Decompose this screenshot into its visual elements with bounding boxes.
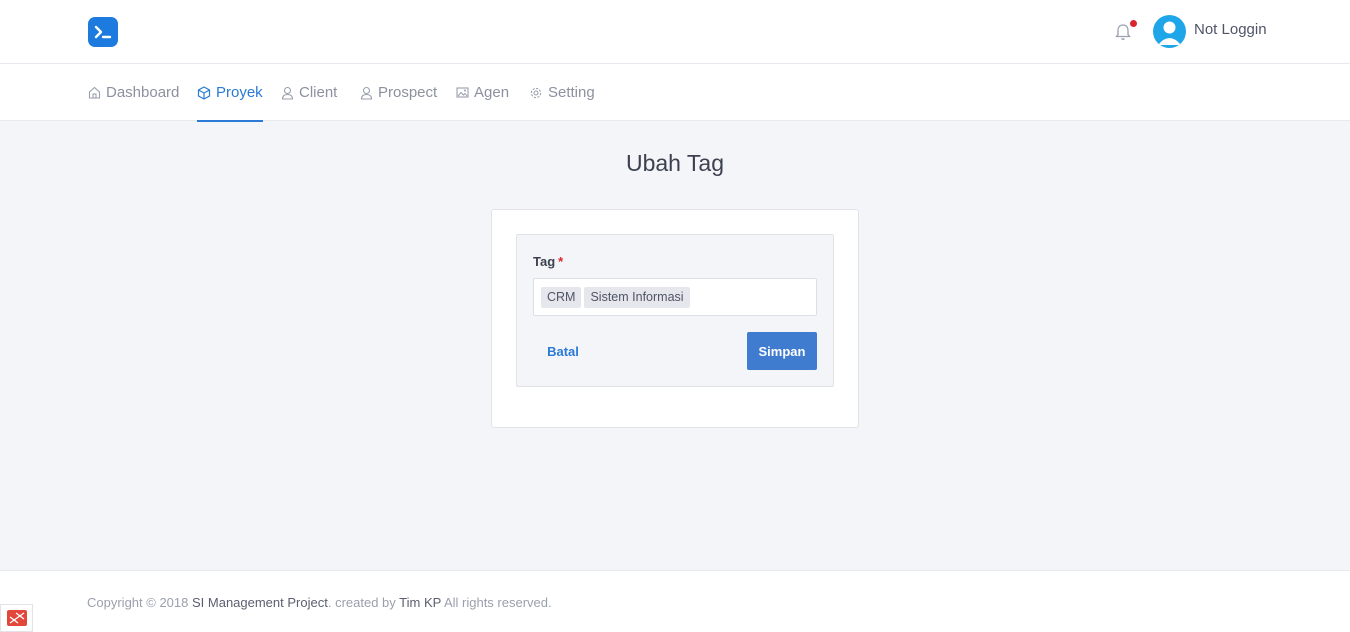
gear-icon xyxy=(530,87,542,98)
nav-item-dashboard[interactable]: Dashboard xyxy=(88,64,179,121)
terminal-logo-icon[interactable] xyxy=(88,17,118,47)
nav-item-prospect[interactable]: Prospect xyxy=(360,64,437,121)
nav-item-agen[interactable]: Agen xyxy=(456,64,509,121)
nav-label: Client xyxy=(299,84,338,101)
user-icon xyxy=(281,86,294,100)
copyright-middle: . created by xyxy=(327,595,400,610)
save-button[interactable]: Simpan xyxy=(747,332,817,370)
nav-label: Prospect xyxy=(378,84,438,101)
nav-item-setting[interactable]: Setting xyxy=(529,64,595,121)
page-title: Ubah Tag xyxy=(625,150,725,176)
nav-label: Agen xyxy=(474,84,510,101)
home-icon xyxy=(88,86,101,99)
notification-dot xyxy=(1130,20,1137,27)
copyright-suffix: All rights reserved. xyxy=(441,595,552,610)
required-mark: * xyxy=(558,254,564,269)
nav-label: Dashboard xyxy=(106,84,180,101)
footer: Copyright © 2018 SI Management Project. … xyxy=(0,570,1350,632)
image-icon xyxy=(456,87,469,98)
bell-icon[interactable] xyxy=(1114,22,1132,42)
nav-label: Proyek xyxy=(216,84,263,101)
tag-label: Tag * xyxy=(533,254,563,269)
form-panel: Tag * CRM Sistem Informasi Batal Simpan xyxy=(516,234,834,387)
cancel-button[interactable]: Batal xyxy=(533,332,593,370)
avatar[interactable] xyxy=(1153,15,1186,48)
user-name[interactable]: Not Loggin xyxy=(1194,21,1267,39)
debug-badge-icon[interactable] xyxy=(0,604,33,632)
tag-chip[interactable]: CRM xyxy=(541,286,582,308)
nav-label: Setting xyxy=(548,84,595,101)
nav-item-proyek[interactable]: Proyek xyxy=(197,64,263,122)
nav-item-client[interactable]: Client xyxy=(281,64,337,121)
form-card: Tag * CRM Sistem Informasi Batal Simpan xyxy=(491,209,859,428)
tag-label-text: Tag xyxy=(533,254,556,269)
main-nav: Dashboard Proyek Client Prospect Agen Se… xyxy=(0,64,1350,122)
tag-input[interactable]: CRM Sistem Informasi xyxy=(533,278,817,316)
project-link[interactable]: SI Management Project xyxy=(192,595,328,610)
team-link[interactable]: Tim KP xyxy=(399,595,441,610)
copyright-prefix: Copyright © 2018 xyxy=(87,595,192,610)
box-icon xyxy=(197,85,211,100)
tag-chip[interactable]: Sistem Informasi xyxy=(584,286,690,308)
copyright-text: Copyright © 2018 SI Management Project. … xyxy=(87,595,552,610)
top-bar: Not Loggin xyxy=(0,0,1350,64)
user-icon xyxy=(360,86,373,100)
